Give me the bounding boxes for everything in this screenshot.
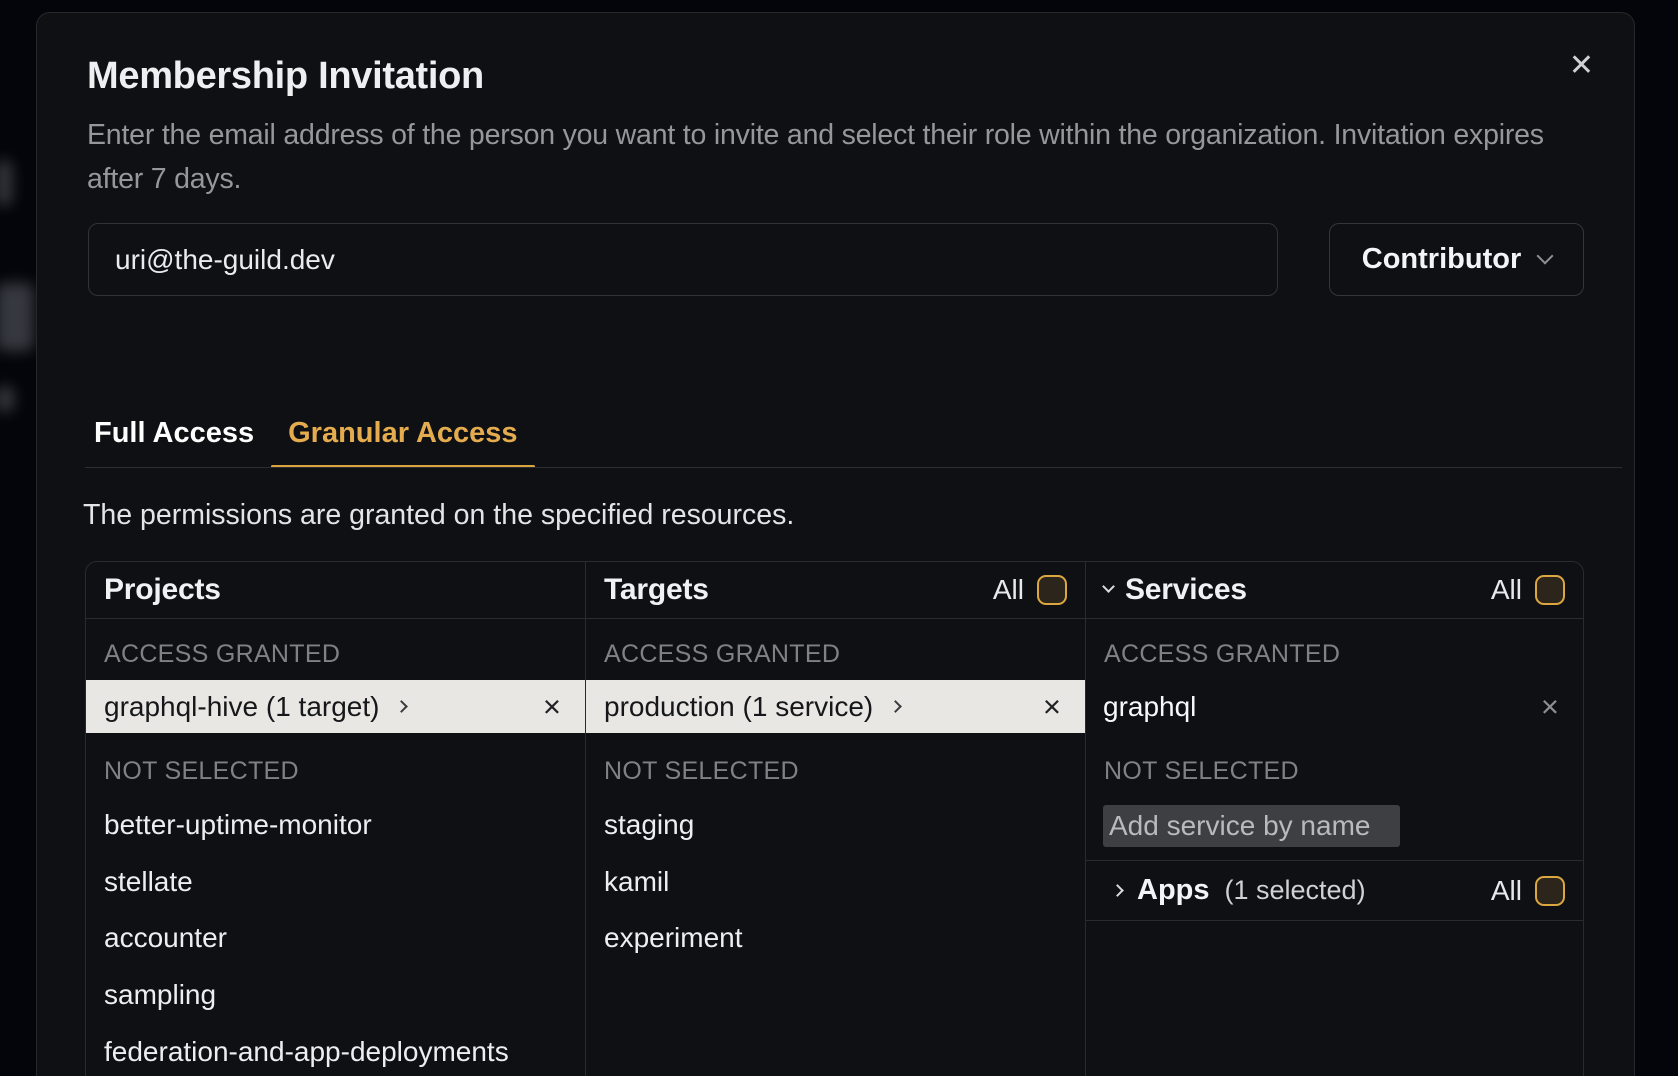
chevron-down-icon[interactable]	[1102, 580, 1115, 593]
apps-row[interactable]: Apps (1 selected) All	[1086, 860, 1583, 921]
services-title: Services	[1125, 573, 1247, 607]
not-selected-label: NOT SELECTED	[104, 757, 299, 786]
services-all-checkbox[interactable]	[1535, 575, 1565, 605]
access-granted-label: ACCESS GRANTED	[604, 640, 840, 669]
remove-service-icon[interactable]: ×	[1541, 691, 1559, 722]
role-dropdown-value: Contributor	[1362, 243, 1521, 276]
not-selected-label: NOT SELECTED	[1104, 757, 1299, 786]
services-header: Services All	[1086, 562, 1583, 619]
access-granted-label: ACCESS GRANTED	[104, 640, 340, 669]
remove-target-icon[interactable]: ×	[1043, 691, 1061, 722]
chevron-right-icon	[396, 700, 409, 713]
chevron-down-icon	[1537, 248, 1554, 265]
apps-all-label: All	[1491, 875, 1522, 907]
apps-selected-count: (1 selected)	[1225, 875, 1366, 906]
projects-column: Projects ACCESS GRANTED graphql-hive (1 …	[86, 562, 586, 1076]
projects-title: Projects	[104, 573, 221, 607]
apps-all-checkbox[interactable]	[1535, 876, 1565, 906]
list-item[interactable]: sampling	[86, 967, 585, 1024]
selected-target-row[interactable]: production (1 service) ×	[586, 680, 1085, 733]
apps-all: All	[1491, 875, 1565, 907]
not-selected-label: NOT SELECTED	[604, 757, 799, 786]
tabs-divider	[85, 467, 1622, 468]
invite-email-input[interactable]	[88, 223, 1278, 296]
services-all: All	[1491, 574, 1565, 606]
tab-granular-access[interactable]: Granular Access	[271, 417, 534, 466]
list-item[interactable]: experiment	[586, 910, 1085, 967]
targets-header: Targets All	[586, 562, 1085, 619]
apps-label: Apps	[1137, 874, 1210, 907]
close-icon[interactable]: ✕	[1569, 51, 1594, 81]
targets-list: staging kamil experiment	[586, 797, 1085, 967]
dialog-title: Membership Invitation	[87, 55, 484, 98]
targets-title: Targets	[604, 573, 709, 607]
list-item[interactable]: accounter	[86, 910, 585, 967]
targets-all: All	[993, 574, 1067, 606]
targets-all-checkbox[interactable]	[1037, 575, 1067, 605]
projects-list: better-uptime-monitor stellate accounter…	[86, 797, 585, 1076]
targets-column: Targets All ACCESS GRANTED production (1…	[586, 562, 1086, 1076]
services-all-label: All	[1491, 574, 1522, 606]
list-item[interactable]: federation-and-app-deployments	[86, 1023, 585, 1076]
background-blur-blob	[0, 283, 34, 351]
permissions-note: The permissions are granted on the speci…	[83, 499, 794, 532]
list-item[interactable]: staging	[586, 797, 1085, 854]
remove-project-icon[interactable]: ×	[543, 691, 561, 722]
access-granted-label: ACCESS GRANTED	[1104, 640, 1340, 669]
projects-header: Projects	[86, 562, 585, 619]
tab-full-access[interactable]: Full Access	[77, 417, 271, 466]
list-item[interactable]: stellate	[86, 854, 585, 911]
background-blur-blob	[0, 386, 14, 412]
access-tabs: Full Access Granular Access	[77, 417, 535, 466]
membership-invitation-dialog: ✕ Membership Invitation Enter the email …	[36, 12, 1635, 1076]
selected-target-label: production (1 service)	[604, 691, 873, 723]
chevron-right-icon	[1111, 884, 1124, 897]
selected-project-row[interactable]: graphql-hive (1 target) ×	[86, 680, 585, 733]
list-item[interactable]: kamil	[586, 854, 1085, 911]
resources-grid: Projects ACCESS GRANTED graphql-hive (1 …	[85, 561, 1584, 1076]
list-item[interactable]: better-uptime-monitor	[86, 797, 585, 854]
chevron-right-icon	[889, 700, 902, 713]
background-blur-blob	[0, 160, 12, 206]
granted-service-label: graphql	[1103, 691, 1196, 723]
selected-project-label: graphql-hive (1 target)	[104, 691, 379, 723]
add-service-input[interactable]	[1103, 805, 1400, 847]
dialog-description: Enter the email address of the person yo…	[87, 113, 1591, 201]
targets-all-label: All	[993, 574, 1024, 606]
granted-service-row[interactable]: graphql ×	[1086, 680, 1583, 733]
role-dropdown[interactable]: Contributor	[1329, 223, 1584, 296]
services-column: Services All ACCESS GRANTED graphql × NO…	[1086, 562, 1583, 1076]
